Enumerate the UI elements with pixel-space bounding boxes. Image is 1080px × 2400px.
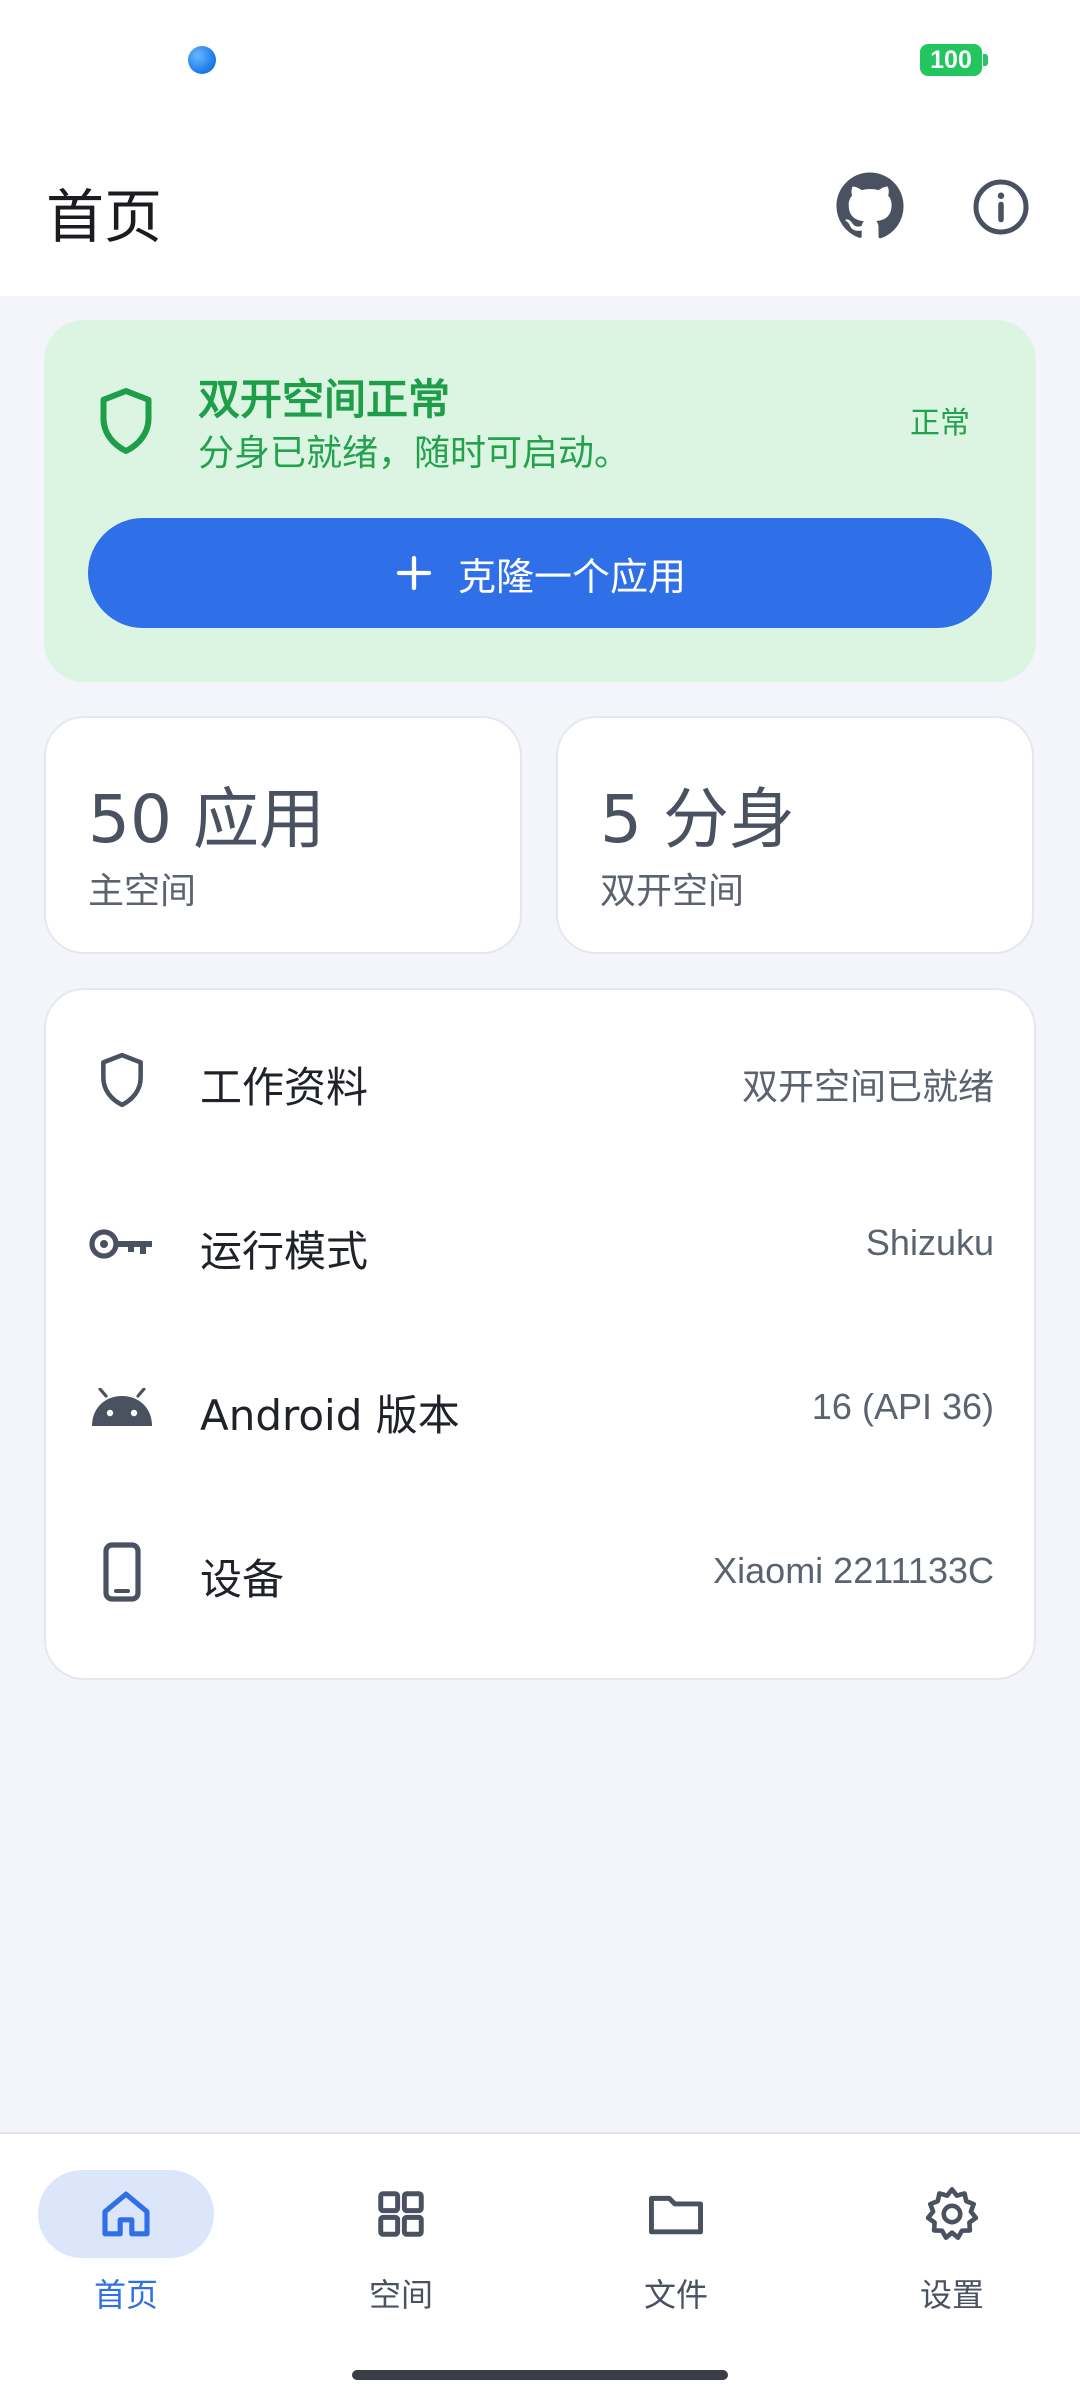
info-row-device: 设备 Xiaomi 2211133C xyxy=(46,1490,1038,1654)
grid-icon xyxy=(378,2191,424,2237)
page-title: 首页 xyxy=(46,183,163,251)
clone-app-button[interactable]: 克隆一个应用 xyxy=(88,518,992,628)
browser-app-icon xyxy=(188,46,216,74)
info-row-run-mode: 运行模式 Shizuku xyxy=(46,1162,1038,1326)
info-label: 工作资料 xyxy=(200,1063,369,1112)
clone-app-label: 克隆一个应用 xyxy=(457,554,686,599)
nav-item-files[interactable]: 文件 xyxy=(576,2170,776,2330)
info-label: Android 版本 xyxy=(200,1391,460,1440)
stat-value: 5 分身 xyxy=(600,781,795,858)
battery-indicator: 100 xyxy=(920,44,988,76)
space-status-card: 双开空间正常 分身已就绪，随时可启动。 正常 克隆一个应用 xyxy=(44,320,1036,682)
info-icon xyxy=(973,179,1029,235)
main-space-stat-card[interactable]: 50 应用 主空间 xyxy=(44,716,522,954)
status-bar: 100 xyxy=(0,0,1080,120)
stat-label: 双开空间 xyxy=(600,871,745,912)
nav-label: 空间 xyxy=(368,2276,433,2314)
info-value: Shizuku xyxy=(865,1222,994,1263)
key-icon xyxy=(89,1229,152,1259)
info-row-android-version: Android 版本 16 (API 36) xyxy=(46,1326,1038,1490)
nav-label: 文件 xyxy=(643,2276,708,2314)
app-bar: 首页 xyxy=(0,120,1080,296)
info-label: 设备 xyxy=(200,1555,285,1604)
bottom-navigation: 首页 空间 文件 设置 xyxy=(0,2132,1080,2400)
status-badge: 正常 xyxy=(910,406,970,441)
nav-label: 设置 xyxy=(919,2276,984,2314)
device-info-card: 工作资料 双开空间已就绪 运行模式 Shizuku Android 版本 16 … xyxy=(44,988,1036,1680)
status-subtitle: 分身已就绪，随时可启动。 xyxy=(198,433,631,474)
github-icon xyxy=(836,172,904,239)
nav-item-space[interactable]: 空间 xyxy=(301,2170,501,2330)
shield-icon xyxy=(100,388,152,454)
gear-icon xyxy=(925,2187,979,2240)
phone-icon xyxy=(103,1542,141,1602)
stat-label: 主空间 xyxy=(88,871,197,912)
info-value: 双开空间已就绪 xyxy=(741,1066,994,1107)
nav-label: 首页 xyxy=(93,2276,158,2314)
info-label: 运行模式 xyxy=(200,1227,369,1276)
nav-item-settings[interactable]: 设置 xyxy=(852,2170,1052,2330)
home-icon xyxy=(102,2191,150,2237)
info-value: 16 (API 36) xyxy=(811,1386,994,1427)
home-indicator[interactable] xyxy=(352,2370,728,2380)
dual-space-stat-card[interactable]: 5 分身 双开空间 xyxy=(556,716,1034,954)
status-title: 双开空间正常 xyxy=(198,375,451,424)
github-button[interactable] xyxy=(832,168,908,244)
stat-value: 50 应用 xyxy=(88,781,325,858)
info-value: Xiaomi 2211133C xyxy=(713,1550,994,1591)
info-row-work-profile: 工作资料 双开空间已就绪 xyxy=(46,998,1038,1162)
info-button[interactable] xyxy=(966,172,1036,242)
nav-item-home[interactable]: 首页 xyxy=(26,2170,226,2330)
shield-icon xyxy=(101,1052,143,1108)
android-icon xyxy=(92,1388,152,1426)
folder-icon xyxy=(649,2195,703,2235)
plus-icon xyxy=(396,555,432,591)
